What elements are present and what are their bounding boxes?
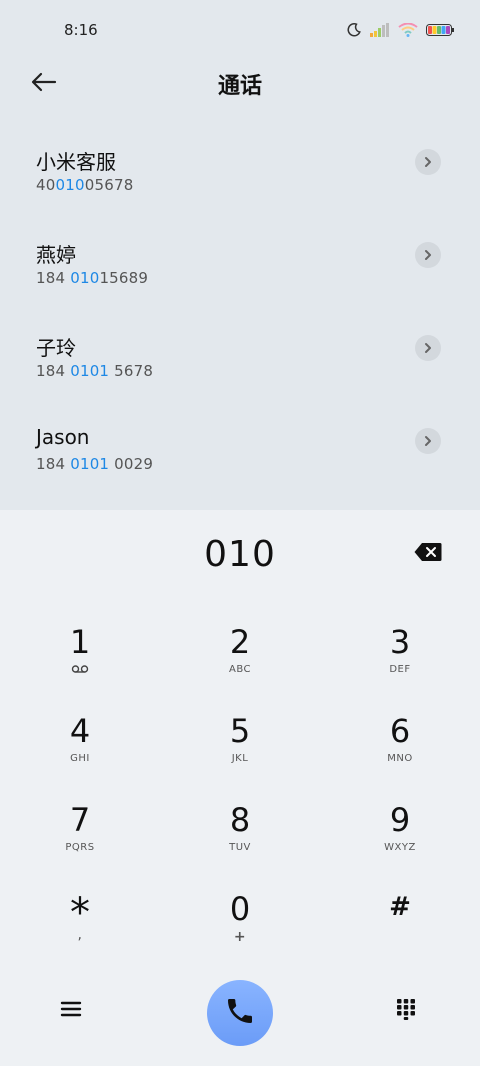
chevron-right-icon	[423, 246, 433, 265]
call-button[interactable]	[207, 980, 273, 1046]
key-digit: 3	[389, 623, 411, 661]
contact-detail-button[interactable]	[415, 428, 441, 454]
hide-keypad-button[interactable]	[396, 998, 416, 1024]
dial-key-8[interactable]: 8 TUV	[160, 794, 320, 883]
key-letters: ABC	[228, 664, 251, 675]
dialpad-row: 1 2 ABC 3 DEF	[0, 616, 480, 705]
backspace-icon	[414, 543, 442, 566]
menu-icon	[60, 1001, 82, 1022]
wifi-icon	[398, 23, 418, 37]
dialpad-row: 4 GHI 5 JKL 6 MNO	[0, 705, 480, 794]
contact-name: 小米客服	[36, 150, 116, 174]
voicemail-icon	[71, 664, 89, 678]
dial-key-1[interactable]: 1	[0, 616, 160, 705]
number-match-highlight: 010	[70, 269, 100, 287]
key-letters: DEF	[389, 664, 411, 675]
dialpad-row: * , 0 + #	[0, 883, 480, 972]
dial-key-5[interactable]: 5 JKL	[160, 705, 320, 794]
contact-number: 4001005678	[36, 176, 134, 194]
contact-name: Jason	[36, 425, 90, 449]
key-letters: +	[233, 929, 247, 945]
dial-key-0[interactable]: 0 +	[160, 883, 320, 972]
key-digit: 6	[389, 712, 411, 750]
contact-result-item[interactable]: 燕婷 184 01015689	[0, 225, 480, 318]
key-digit: 0	[229, 890, 251, 928]
dialpad-row: 7 PQRS 8 TUV 9 WXYZ	[0, 794, 480, 883]
menu-button[interactable]	[60, 1000, 82, 1022]
moon-icon	[346, 22, 362, 38]
signal-icon	[370, 23, 390, 37]
key-digit: 9	[389, 801, 411, 839]
key-digit: 7	[69, 801, 91, 839]
dial-key-3[interactable]: 3 DEF	[320, 616, 480, 705]
key-digit: 4	[69, 712, 91, 750]
key-letters: GHI	[70, 753, 90, 764]
dialpad-keys: 1 2 ABC 3 DEF 4 GHI 5 JKL 6 MNO 7 PQRS 8…	[0, 616, 480, 972]
dial-key-4[interactable]: 4 GHI	[0, 705, 160, 794]
key-letters: ,	[77, 927, 83, 943]
number-match-highlight: 0101	[70, 455, 110, 473]
contact-detail-button[interactable]	[415, 335, 441, 361]
phone-icon	[224, 995, 256, 1031]
contact-result-item[interactable]: Jason 184 0101 0029	[0, 411, 480, 504]
number-match-highlight: 0101	[70, 362, 110, 380]
dial-key-9[interactable]: 9 WXYZ	[320, 794, 480, 883]
status-bar: 8:16	[0, 0, 480, 62]
status-icons	[346, 22, 454, 38]
key-digit: 2	[229, 623, 251, 661]
chevron-right-icon	[423, 153, 433, 172]
key-letters: MNO	[387, 753, 413, 764]
contact-number: 184 01015689	[36, 269, 149, 287]
contact-name: 燕婷	[36, 243, 76, 267]
battery-icon	[426, 24, 454, 36]
dialed-number-row: 010	[0, 530, 480, 578]
dialpad-bottom-bar	[0, 980, 480, 1050]
page-title: 通话	[217, 74, 262, 99]
key-letters: WXYZ	[384, 842, 416, 853]
contact-name: 子玲	[36, 336, 76, 360]
dialpad-icon	[396, 999, 416, 1024]
dialpad-panel: 010 1 2 ABC 3 DEF 4 GHI 5 JKL 6 MNO 7 PQ…	[0, 510, 480, 1066]
backspace-button[interactable]	[414, 542, 442, 566]
contact-result-item[interactable]: 子玲 184 0101 5678	[0, 318, 480, 411]
contact-results-list: 小米客服 4001005678 燕婷 184 01015689 子玲 184 0…	[0, 132, 480, 504]
contact-number: 184 0101 0029	[36, 455, 154, 473]
chevron-right-icon	[423, 432, 433, 451]
dial-key-7[interactable]: 7 PQRS	[0, 794, 160, 883]
key-letters: PQRS	[65, 842, 95, 853]
status-time: 8:16	[64, 21, 98, 39]
header: 通话	[0, 62, 480, 106]
dial-key-6[interactable]: 6 MNO	[320, 705, 480, 794]
contact-result-item[interactable]: 小米客服 4001005678	[0, 132, 480, 225]
key-digit: 8	[229, 801, 251, 839]
dial-key-2[interactable]: 2 ABC	[160, 616, 320, 705]
dial-key-hash[interactable]: #	[320, 883, 480, 972]
key-digit: 1	[69, 623, 91, 661]
key-digit: 5	[229, 712, 251, 750]
chevron-right-icon	[423, 339, 433, 358]
contact-number: 184 0101 5678	[36, 362, 154, 380]
key-letters: JKL	[231, 753, 249, 764]
key-letters: TUV	[229, 842, 251, 853]
number-match-highlight: 010	[55, 176, 85, 194]
contact-detail-button[interactable]	[415, 242, 441, 268]
contact-detail-button[interactable]	[415, 149, 441, 175]
dialed-number: 010	[204, 534, 276, 575]
key-digit: #	[389, 892, 411, 922]
dial-key-star[interactable]: * ,	[0, 883, 160, 972]
